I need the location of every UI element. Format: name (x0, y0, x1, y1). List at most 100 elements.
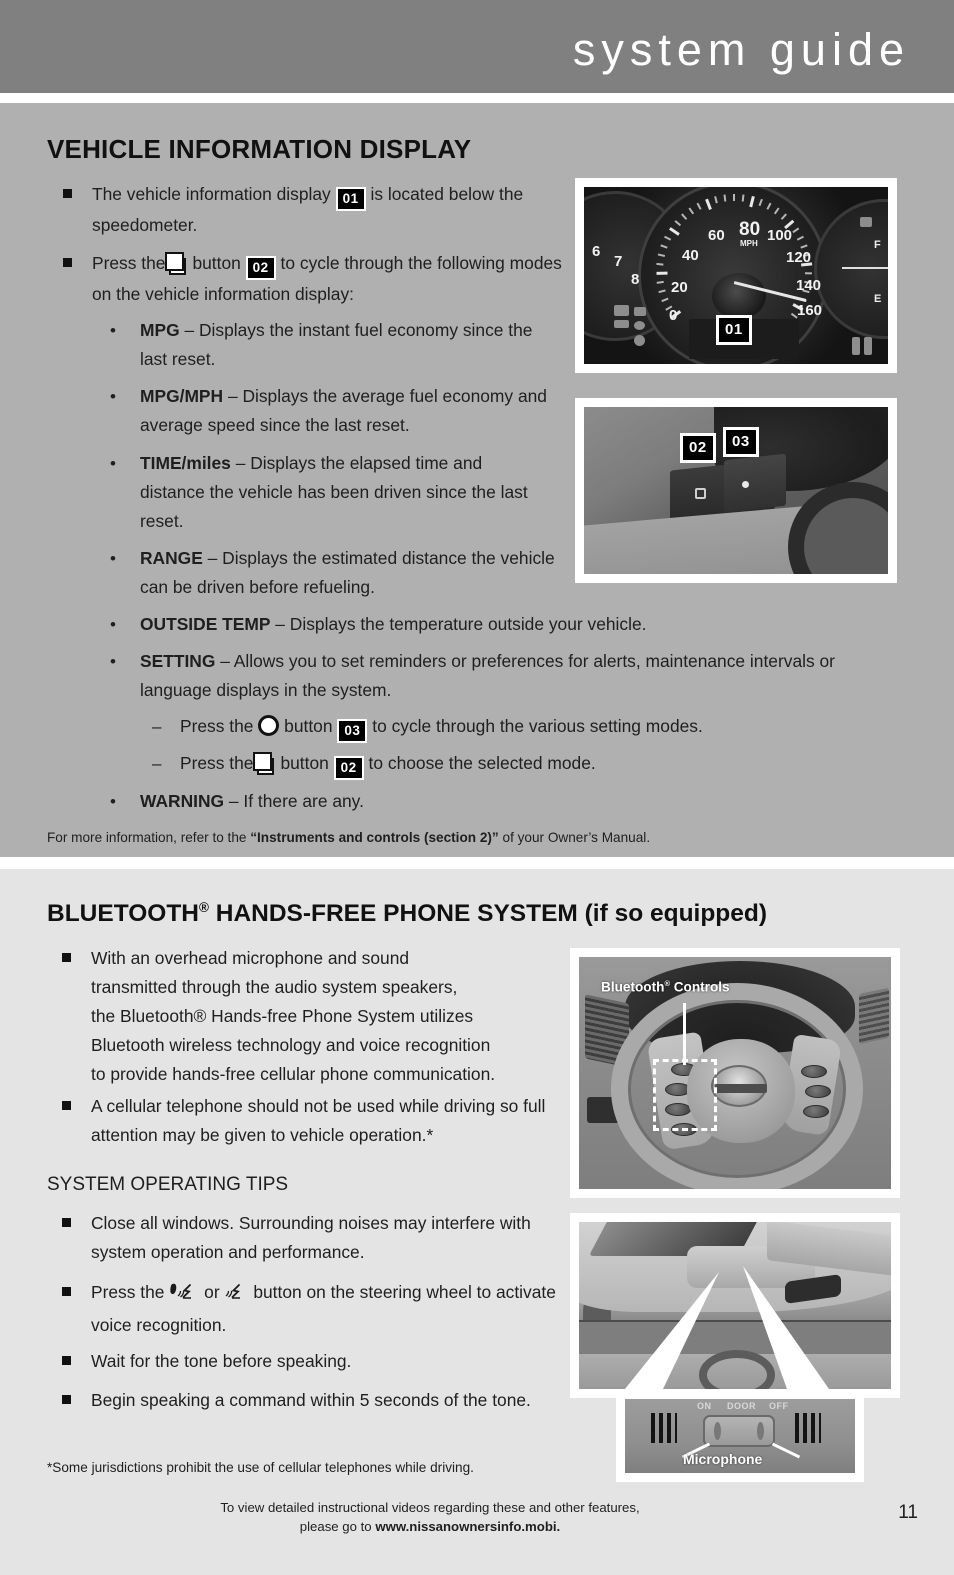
bullet-text-a: Press the (92, 253, 166, 273)
speedometer-tick (758, 198, 763, 207)
dot-bullet-icon: • (110, 549, 116, 568)
dot-button-marking (742, 481, 749, 488)
bullet-press-button-cycle: Press the button 02 to cycle through the … (63, 249, 565, 309)
substep-choose-selected-mode: – Press the button 02 to choose the selec… (152, 749, 912, 780)
speedometer-tick (714, 196, 718, 204)
microphone-closeup-photo: ON DOOR OFF Microphone (616, 1390, 864, 1482)
speedometer-tick (656, 262, 664, 266)
dot-bullet-icon: • (110, 615, 116, 634)
square-bullet-icon (62, 953, 71, 962)
speed-label-100: 100 (767, 227, 793, 244)
speedometer-tick (661, 297, 669, 303)
map-light-switch-label-off: OFF (769, 1401, 789, 1411)
page-header-band: system guide (0, 0, 954, 93)
tip-begin-speaking: Begin speaking a command within 5 second… (62, 1386, 562, 1415)
steering-wheel-photo: Bluetooth® Controls (570, 948, 900, 1198)
speedometer-tick (674, 220, 682, 227)
substep-text-mid: button (280, 753, 329, 773)
callout-text-main: Bluetooth (601, 979, 665, 995)
mode-term: WARNING (140, 791, 225, 811)
substep-text-pre: Press the (180, 716, 254, 736)
square-bullet-icon (62, 1395, 71, 1404)
page-root: system guide VEHICLE INFORMATION DISPLAY… (0, 0, 954, 1575)
dot-bullet-icon: • (110, 321, 116, 340)
dash-bullet-icon: – (152, 754, 162, 773)
bluetooth-controls-highlight-box (653, 1059, 717, 1131)
dot-bullet-icon: • (110, 454, 116, 473)
mode-item-outside-temp: • OUTSIDE TEMP – Displays the temperatur… (110, 610, 910, 639)
footer-text-prefix: please go to (299, 1519, 376, 1534)
speedometer-tick (749, 195, 755, 208)
steering-column-buttons-photo: 02 03 (575, 398, 897, 583)
speed-label-40: 40 (682, 247, 699, 264)
speed-label-160: 160 (797, 302, 823, 319)
speed-label-80: 80 (739, 219, 761, 240)
mode-desc: – Displays the estimated distance the ve… (140, 548, 555, 597)
speed-label-0: 0 (669, 307, 678, 324)
speedometer-tick (773, 207, 780, 215)
square-bullet-icon (63, 258, 72, 267)
phone-send-voice-icon (169, 1282, 199, 1311)
callout-chip-02-on-photo: 02 (680, 433, 716, 463)
substep-text-mid: button (284, 716, 333, 736)
bullet-cellular-warning: A cellular telephone should not be used … (62, 1092, 562, 1150)
circle-button-icon (258, 715, 280, 736)
speedometer-tick (660, 244, 668, 249)
bluetooth-heading-rest: HANDS-FREE PHONE SYSTEM (if so equipped) (208, 900, 768, 928)
two-squares-button-icon (165, 251, 192, 275)
bluetooth-section-heading: BLUETOOTH® HANDS-FREE PHONE SYSTEM (if s… (47, 900, 767, 928)
wheel-button (805, 1085, 831, 1098)
speedometer-tick (658, 289, 666, 294)
tip-wait-for-tone: Wait for the tone before speaking. (62, 1347, 562, 1376)
tip-close-windows: Close all windows. Surrounding noises ma… (62, 1209, 562, 1267)
substep-text-post: to choose the selected mode. (368, 753, 596, 773)
speedometer-tick (664, 235, 672, 241)
bullet-bluetooth-overview: With an overhead microphone and sound tr… (62, 944, 562, 1089)
fuel-gauge-dial (814, 199, 888, 339)
tip-voice-text-a: Press the (91, 1282, 165, 1302)
system-operating-tips-heading: SYSTEM OPERATING TIPS (47, 1174, 289, 1195)
bullet-display-location: The vehicle information display 01 is lo… (63, 180, 563, 240)
tip-voice-text-or: or (204, 1282, 220, 1302)
mode-item-range: • RANGE – Displays the estimated distanc… (110, 544, 558, 602)
voice-recognition-icon (224, 1282, 248, 1311)
speedometer-tick (657, 253, 666, 258)
speedometer-tick (656, 280, 664, 284)
wheel-button (803, 1105, 829, 1118)
footer-line-1: To view detailed instructional videos re… (220, 1500, 640, 1515)
footer-website-link[interactable]: www.nissanownersinfo.mobi. (375, 1519, 560, 1534)
overview-line-2: transmitted through the audio system spe… (91, 977, 458, 997)
tip-text: Wait for the tone before speaking. (91, 1351, 352, 1371)
dot-bullet-icon: • (110, 792, 116, 811)
speedometer-tick (723, 194, 727, 202)
overview-line-1: With an overhead microphone and sound (91, 948, 410, 968)
microphone-label: Microphone (683, 1451, 763, 1467)
mph-unit-label: MPH (740, 239, 758, 248)
speedometer-tick (800, 244, 808, 249)
speedometer-hub (712, 273, 766, 319)
mode-item-time-miles: • TIME/miles – Displays the elapsed time… (110, 449, 550, 536)
mode-item-warning: • WARNING – If there are any. (110, 787, 710, 816)
zoom-callout-rays (625, 1266, 829, 1389)
mode-term: MPG/MPH (140, 386, 224, 406)
registered-mark-icon: ® (199, 900, 209, 915)
square-bullet-icon (62, 1356, 71, 1365)
footer-note: To view detailed instructional videos re… (0, 1498, 860, 1536)
mode-desc: – Displays the temperature outside your … (275, 614, 647, 634)
footnote-text-b: of your Owner’s Manual. (498, 830, 651, 845)
mode-desc: – If there are any. (228, 791, 364, 811)
speedometer-tick (780, 213, 787, 220)
callout-chip-03: 03 (337, 719, 368, 743)
speedometer-tick (688, 207, 695, 215)
wheel-button (801, 1065, 827, 1078)
page-title: system guide (572, 24, 910, 75)
speed-label-120: 120 (786, 249, 812, 266)
mode-desc: – Displays the instant fuel economy sinc… (140, 320, 533, 369)
footnote-text-a: For more information, refer to the (47, 830, 251, 845)
fuel-label-e: E (874, 293, 882, 305)
nissan-logo (711, 1065, 767, 1107)
tip-text: Begin speaking a command within 5 second… (91, 1390, 531, 1410)
callout-leader-line (683, 1003, 686, 1065)
mode-term: RANGE (140, 548, 203, 568)
speedometer-tick (705, 198, 712, 210)
